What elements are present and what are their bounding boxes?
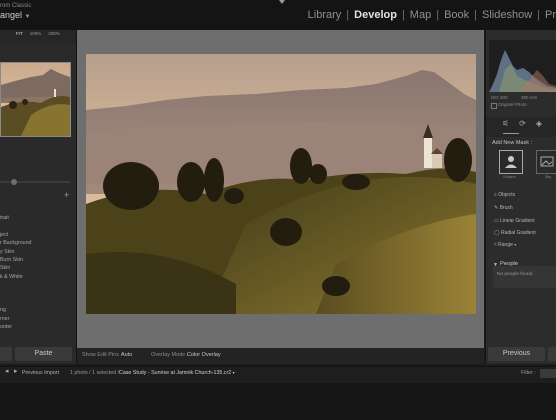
module-slideshow[interactable]: Slideshow xyxy=(482,9,532,21)
brush-icon: ✎ xyxy=(494,205,499,211)
reset-button[interactable] xyxy=(548,347,556,361)
mask-sky-label: Sky xyxy=(545,175,552,179)
radial-gradient-icon: ◯ xyxy=(494,230,500,236)
module-map[interactable]: Map xyxy=(410,9,431,21)
module-library[interactable]: Library xyxy=(308,9,342,21)
file-name-text: Case Study - Sunrise at Jamnik Church-13… xyxy=(119,370,232,376)
preset-item[interactable]: Skin xyxy=(0,264,70,272)
histogram-iso: ISO 200 xyxy=(491,95,508,100)
preset-item[interactable]: ng xyxy=(0,306,70,314)
preset-item[interactable]: unter xyxy=(0,323,70,331)
previous-import-link[interactable]: Previous Import xyxy=(22,370,59,376)
original-photo-label: Original Photo xyxy=(498,102,527,107)
landscape-photo xyxy=(86,54,476,314)
original-photo-checkbox[interactable] xyxy=(491,103,497,109)
edit-sliders-icon[interactable]: ⚟ xyxy=(502,119,509,128)
mask-tool-label: Radial Gradient xyxy=(501,230,536,236)
crop-icon[interactable]: ⟳ xyxy=(519,119,526,128)
people-panel xyxy=(493,266,556,288)
mask-sky-button[interactable] xyxy=(536,150,556,174)
histogram-graph xyxy=(489,50,556,92)
photo-count: 1 photo / 1 selected / xyxy=(70,370,120,376)
app-brand-line1: rom Classic xyxy=(0,3,32,9)
mask-tool-label: Objects xyxy=(498,192,516,198)
preset-item[interactable] xyxy=(0,222,70,230)
mask-tool-radial-gradient[interactable]: ◯ Radial Gradient xyxy=(494,230,536,236)
mask-tool-label: Range xyxy=(498,242,513,248)
preset-item[interactable] xyxy=(0,290,70,298)
module-separator: | xyxy=(401,9,405,21)
copy-button[interactable] xyxy=(0,347,12,361)
range-dropdown-icon: ▾ xyxy=(514,242,517,247)
show-edit-pins-select[interactable]: Auto xyxy=(121,352,132,358)
forward-arrow-icon[interactable]: ▸ xyxy=(14,367,18,375)
preset-item[interactable] xyxy=(0,298,70,306)
panel-toggle-top-icon[interactable] xyxy=(279,0,285,4)
objects-icon: ⌕ xyxy=(494,192,497,198)
overlay-mode-label: Overlay Mode : xyxy=(151,352,189,358)
mask-tool-linear-gradient[interactable]: ▭ Linear Gradient xyxy=(494,218,535,224)
preset-item[interactable]: r Background xyxy=(0,239,70,247)
module-print[interactable]: Pr xyxy=(545,9,556,21)
zoom-fit[interactable]: FIT xyxy=(16,31,23,36)
preset-item[interactable]: k & White xyxy=(0,273,70,281)
preset-item[interactable]: trait xyxy=(0,214,70,222)
file-dropdown-icon: ▾ xyxy=(232,370,235,375)
mask-tool-range[interactable]: ≈ Range ▾ xyxy=(494,242,516,248)
add-preset-icon[interactable]: + xyxy=(64,190,69,200)
module-separator: | xyxy=(436,9,440,21)
file-name[interactable]: Case Study - Sunrise at Jamnik Church-13… xyxy=(119,370,235,376)
mask-tool-label: Linear Gradient xyxy=(500,218,535,224)
person-icon xyxy=(505,156,517,168)
identity-plate[interactable]: angel ▼ xyxy=(0,10,31,20)
back-arrow-icon[interactable]: ◂ xyxy=(5,367,9,375)
center-toolbar xyxy=(77,348,484,364)
navigator-preview-image xyxy=(1,63,70,136)
add-new-mask-label: Add New Mask : xyxy=(492,140,533,146)
photo-preview[interactable] xyxy=(86,54,476,314)
range-icon: ≈ xyxy=(494,242,497,248)
module-develop[interactable]: Develop xyxy=(354,9,397,21)
mask-tool-objects[interactable]: ⌕ Objects xyxy=(494,192,515,198)
preset-item[interactable] xyxy=(0,281,70,289)
mask-subject-label: Subject xyxy=(503,175,516,179)
show-edit-pins-label: Show Edit Pins : xyxy=(82,352,123,358)
identity-dropdown-icon: ▼ xyxy=(24,14,31,20)
presets-list: trait ject r Background y Skin Burn Skin… xyxy=(0,214,70,331)
active-tool-indicator xyxy=(503,133,519,134)
tool-icons: ⚟ ⟳ ◈ xyxy=(502,119,552,128)
zoom-100[interactable]: 100% xyxy=(30,31,42,36)
navigator-preview[interactable] xyxy=(0,62,71,137)
sky-icon xyxy=(540,156,554,167)
preset-item[interactable]: Burn Skin xyxy=(0,256,70,264)
people-message: No people found. xyxy=(497,272,534,277)
mask-subject-button[interactable] xyxy=(499,150,523,174)
filter-label: Filter : xyxy=(521,370,536,376)
zoom-200[interactable]: 200% xyxy=(48,31,60,36)
heal-icon[interactable]: ◈ xyxy=(536,119,542,128)
module-separator: | xyxy=(537,9,540,21)
mask-tool-brush[interactable]: ✎ Brush xyxy=(494,205,513,211)
preset-item[interactable]: y Skin xyxy=(0,248,70,256)
paste-button[interactable]: Paste xyxy=(15,347,72,361)
histogram[interactable] xyxy=(489,40,556,92)
linear-gradient-icon: ▭ xyxy=(494,218,499,224)
histogram-focal-length: 300 mm xyxy=(521,95,538,100)
preset-item[interactable]: rner xyxy=(0,315,70,323)
filter-select[interactable] xyxy=(540,369,556,378)
module-separator: | xyxy=(346,9,350,21)
overlay-mode-select[interactable]: Color Overlay xyxy=(187,352,221,358)
left-slider-handle[interactable] xyxy=(11,179,17,185)
identity-plate-name: angel xyxy=(0,10,23,20)
filmstrip xyxy=(0,383,556,420)
mask-tool-label: Brush xyxy=(499,205,513,211)
module-separator: | xyxy=(474,9,477,21)
navigator-zoom-options: FIT 100% 200% xyxy=(16,31,67,36)
previous-button[interactable]: Previous xyxy=(488,347,545,361)
preset-item[interactable]: ject xyxy=(0,231,70,239)
module-book[interactable]: Book xyxy=(444,9,469,21)
module-picker: Library | Develop | Map | Book | Slideshow | Pr xyxy=(308,9,556,21)
